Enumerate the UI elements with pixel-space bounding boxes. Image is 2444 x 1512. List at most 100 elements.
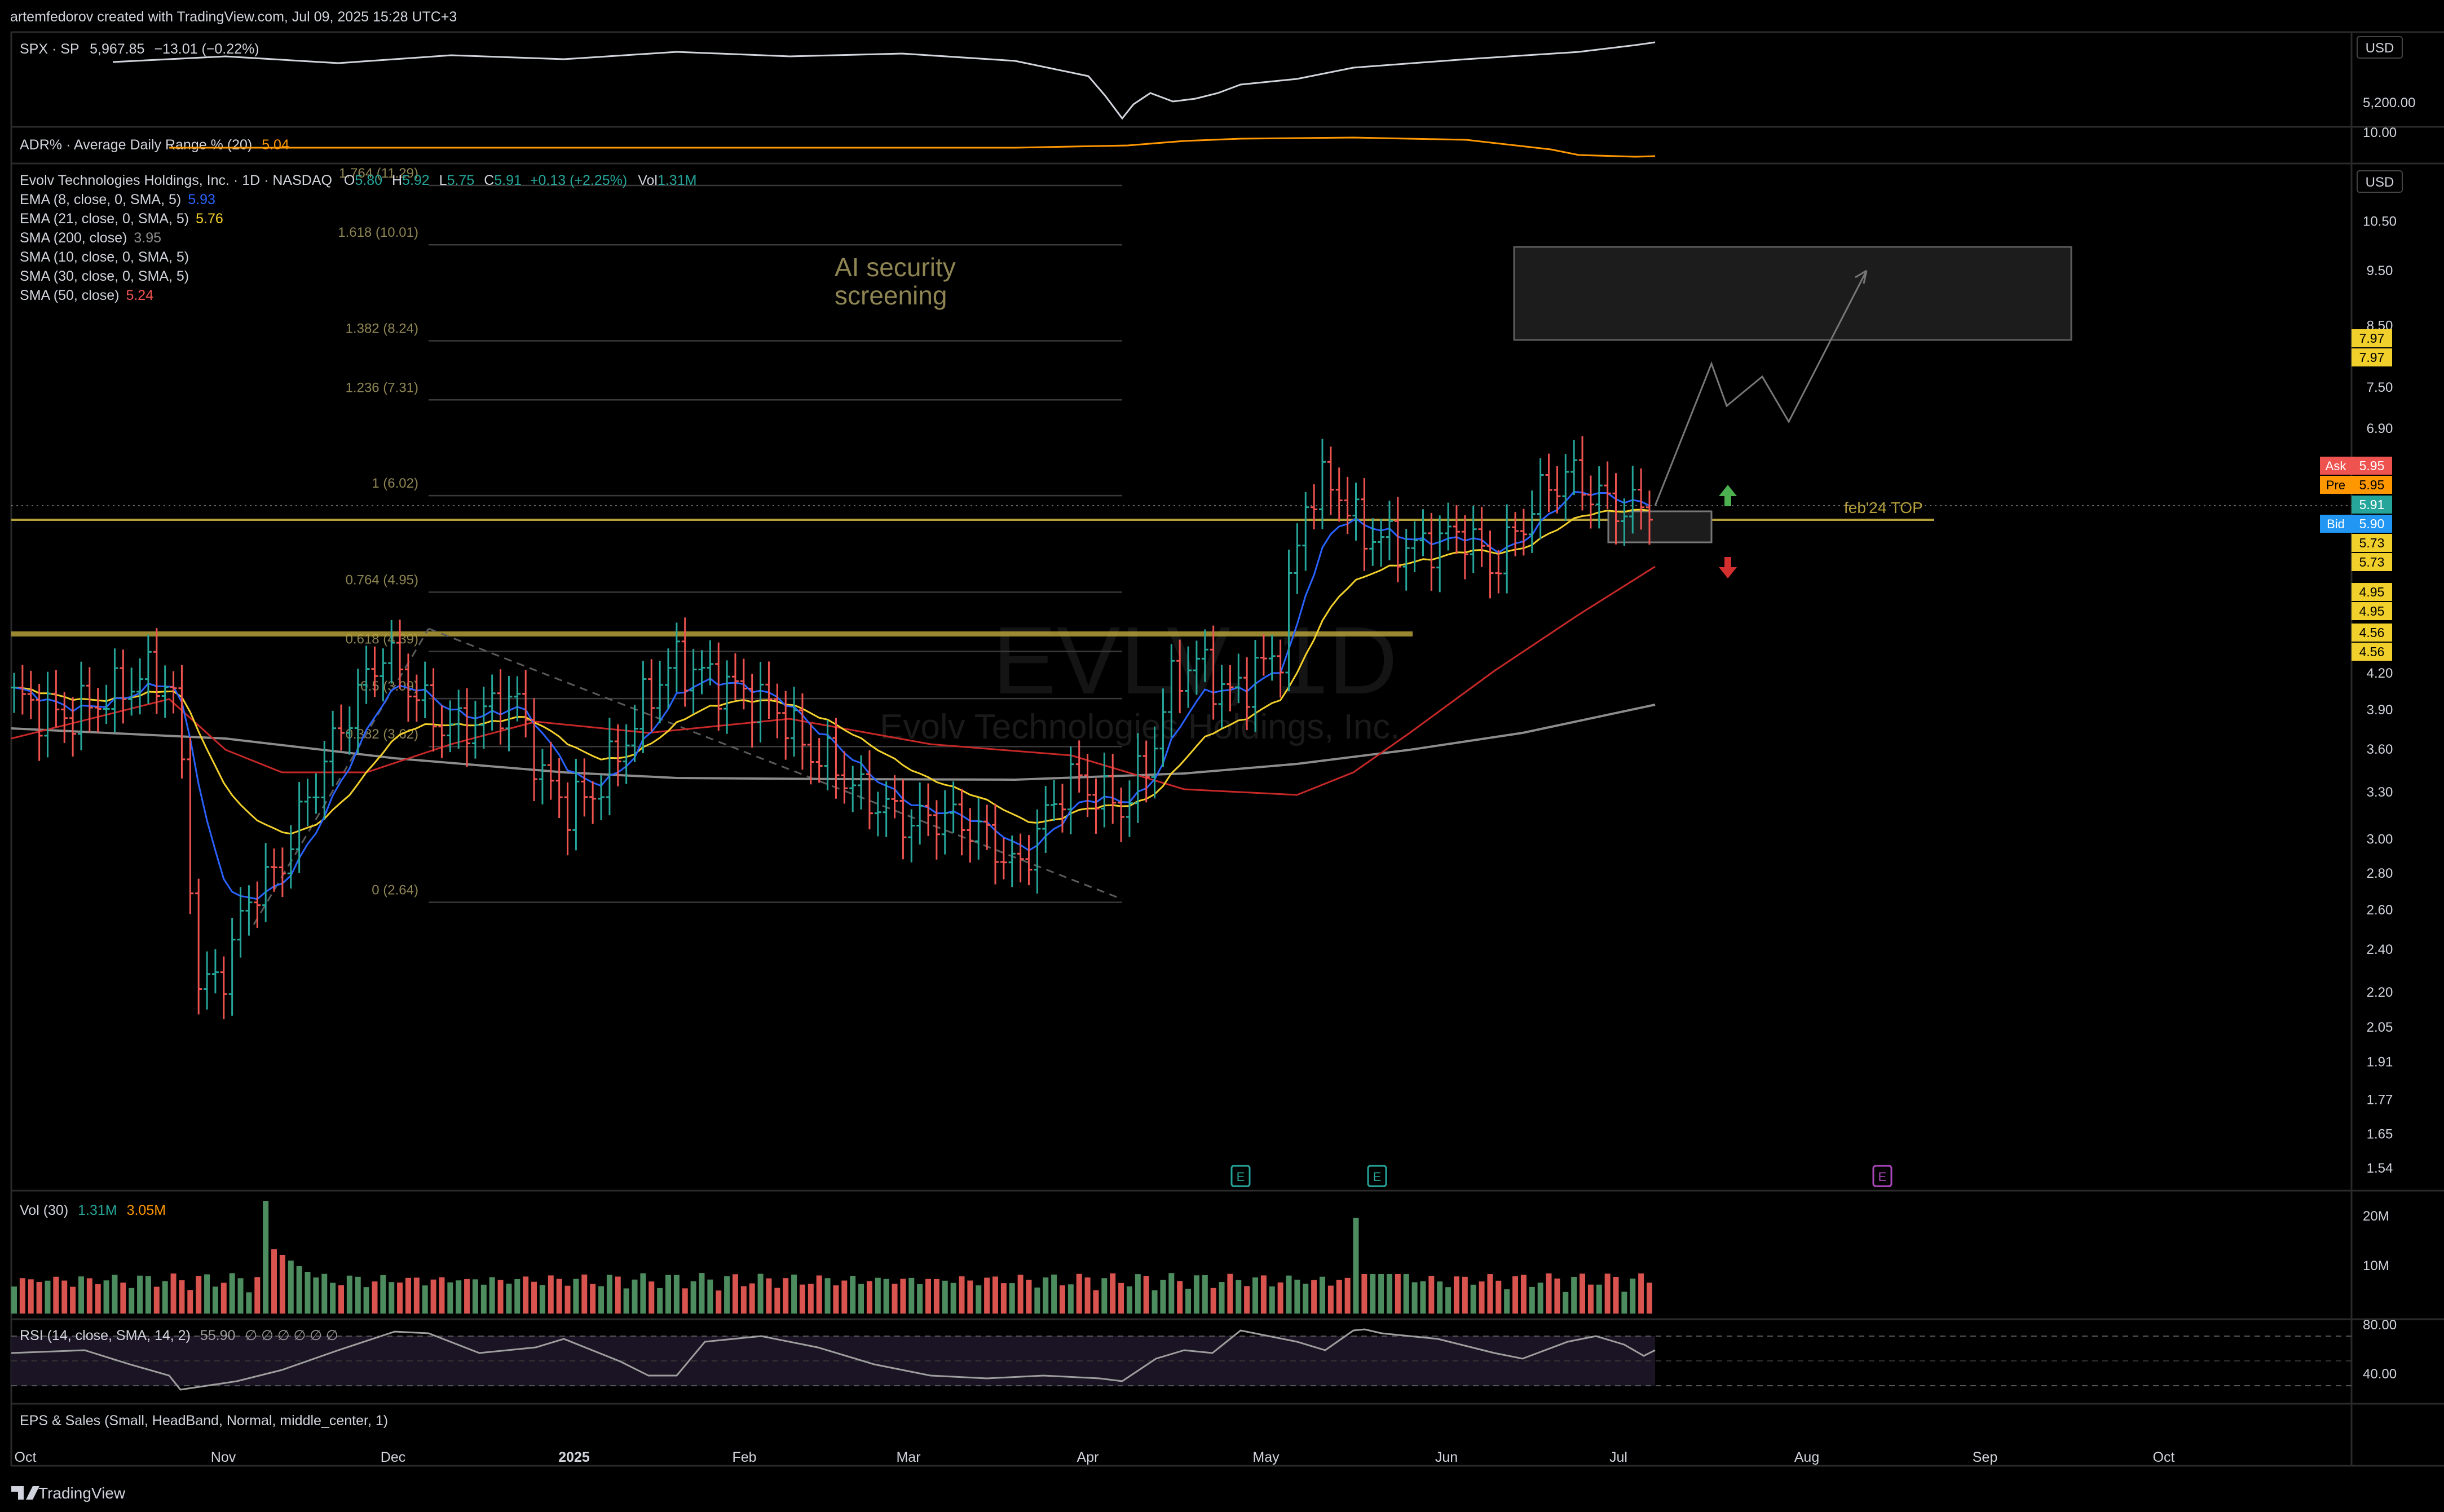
volume-bar	[1009, 1283, 1015, 1314]
legend-high: 5.92	[402, 173, 430, 188]
volume-bar	[61, 1280, 68, 1314]
volume-bar	[36, 1281, 42, 1314]
volume-bar	[11, 1286, 17, 1314]
volume-bar	[690, 1281, 696, 1314]
volume-bar	[1034, 1287, 1040, 1314]
price-tag-value: 4.95	[2359, 585, 2385, 599]
volume-bar	[1512, 1276, 1519, 1314]
volume-bar	[808, 1284, 814, 1314]
volume-bar	[330, 1283, 336, 1314]
fib-level-label: 1.382 (8.24)	[346, 321, 418, 337]
volume-bar	[992, 1276, 998, 1314]
adr-title: ADR% · Average Daily Range % (20)	[20, 137, 252, 153]
time-axis-tick: Feb	[732, 1449, 756, 1465]
volume-bar	[1563, 1292, 1569, 1314]
volume-bars	[11, 1201, 1652, 1314]
volume-bar	[45, 1280, 51, 1314]
price-axis-tick: 2.20	[2367, 985, 2393, 1000]
volume-bar	[523, 1276, 529, 1314]
volume-bar	[657, 1288, 663, 1314]
volume-bar	[824, 1278, 831, 1314]
volume-bar	[649, 1281, 655, 1314]
volume-bar	[716, 1290, 722, 1314]
price-axis-tick: 3.90	[2367, 702, 2393, 718]
volume-bar	[632, 1279, 638, 1314]
volume-bar	[606, 1274, 612, 1314]
volume-bar	[397, 1282, 403, 1314]
volume-bar	[1185, 1288, 1192, 1314]
chart-canvas: artemfedorov created with TradingView.co…	[10, 9, 2444, 1502]
volume-bar	[707, 1279, 713, 1314]
volume-bar	[1353, 1218, 1359, 1314]
earnings-marker-label: E	[1237, 1170, 1245, 1184]
spx-pane: SPX · SP 5,967.85 −13.01 (−0.22%) USD 5,…	[20, 36, 2415, 120]
volume-bar	[1638, 1273, 1644, 1314]
volume-bar	[464, 1279, 470, 1314]
price-axis-tick: 1.91	[2367, 1055, 2393, 1070]
volume-axis-10m: 10M	[2363, 1258, 2389, 1274]
volume-bar	[1437, 1281, 1443, 1314]
watermark-name: Evolv Technologies Holdings, Inc.	[880, 708, 1400, 746]
uptrend-line[interactable]	[253, 628, 430, 925]
volume-bar	[615, 1276, 621, 1314]
fib-retracement[interactable]: 1.764 (11.29)1.618 (10.01)1.382 (8.24)1.…	[338, 166, 1122, 903]
spx-value: 5,967.85	[90, 41, 144, 57]
svg-text:RSI (14, close, SMA, 14, 2): RSI (14, close, SMA, 14, 2) 55.90 ∅ ∅ ∅ …	[20, 1328, 338, 1343]
volume-value: 1.31M	[78, 1202, 117, 1218]
volume-bar	[917, 1284, 923, 1314]
volume-bar	[548, 1275, 554, 1314]
price-axis-tick: 6.90	[2367, 421, 2393, 436]
candlestick-series	[11, 436, 1653, 1020]
volume-bar	[623, 1288, 629, 1314]
volume-bar	[1110, 1273, 1116, 1314]
volume-bar	[380, 1275, 386, 1314]
volume-bar	[103, 1280, 109, 1314]
time-axis-tick: Dec	[381, 1449, 405, 1465]
price-tag-label: Bid	[2327, 517, 2345, 531]
volume-bar	[1361, 1274, 1367, 1314]
volume-bar	[1529, 1286, 1535, 1314]
volume-bar	[1428, 1276, 1435, 1314]
volume-bar	[883, 1279, 889, 1314]
earnings-marker-label: E	[1373, 1170, 1382, 1184]
time-axis-tick: Oct	[2153, 1449, 2175, 1465]
legend-low: 5.75	[447, 173, 475, 188]
volume-bar	[372, 1281, 378, 1314]
price-tag-value: 5.95	[2359, 478, 2385, 492]
volume-bar	[480, 1284, 487, 1314]
volume-bar	[573, 1279, 579, 1314]
time-axis-tick: Mar	[896, 1449, 920, 1465]
spx-currency: USD	[2366, 41, 2394, 56]
tradingview-logo-icon	[11, 1486, 39, 1500]
time-axis-tick: Nov	[211, 1449, 236, 1465]
time-axis[interactable]: Oct Nov Dec 2025 Feb Mar Apr May Jun Jul Aug Sep Oct	[15, 1449, 2175, 1465]
volume-bar	[489, 1277, 495, 1314]
time-axis-tick: Jun	[1435, 1449, 1458, 1465]
volume-bar	[766, 1278, 772, 1314]
volume-bar	[237, 1278, 244, 1314]
main-legend-title: Evolv Technologies Holdings, Inc. · 1D ·…	[20, 173, 332, 188]
price-tag-value: 7.97	[2359, 350, 2385, 365]
price-tags: 7.97 7.97 Ask 5.95 Pre 5.95 5.91 Bid 5.90 5.73 5.7…	[2320, 329, 2392, 661]
volume-ma: 3.05M	[127, 1202, 166, 1218]
volume-bar	[1160, 1280, 1166, 1314]
down-arrow-icon	[1719, 557, 1737, 578]
eps-title: EPS & Sales (Small, HeadBand, Normal, mi…	[20, 1413, 388, 1429]
volume-bar	[170, 1273, 177, 1314]
fib-level-label: 1.618 (10.01)	[338, 225, 418, 240]
earnings-markers: EEE	[1230, 1165, 1892, 1187]
volume-bar	[1580, 1274, 1586, 1314]
volume-bar	[1043, 1277, 1049, 1314]
sma50-line	[11, 565, 1656, 796]
volume-bar	[1587, 1284, 1594, 1314]
time-axis-tick: Sep	[1973, 1449, 1997, 1465]
volume-bar	[137, 1275, 143, 1314]
volume-bar	[1571, 1276, 1577, 1314]
volume-bar	[531, 1281, 537, 1314]
adr-line	[169, 136, 1656, 158]
volume-bar	[892, 1283, 898, 1314]
volume-bar	[933, 1279, 939, 1314]
target-zone[interactable]	[1513, 246, 2072, 341]
volume-bar	[1101, 1278, 1108, 1314]
level-4-56-band[interactable]	[11, 631, 1413, 636]
